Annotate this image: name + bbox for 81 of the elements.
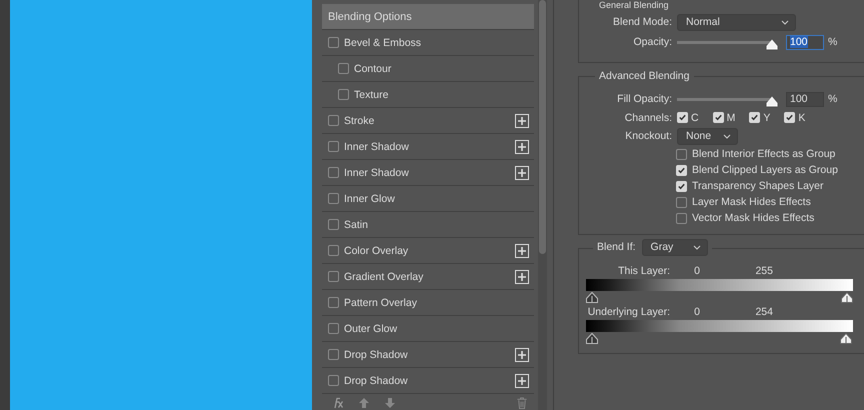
- add-icon[interactable]: [515, 348, 529, 362]
- style-item[interactable]: Outer Glow: [344, 322, 529, 334]
- checkbox[interactable]: [328, 219, 339, 230]
- chevron-down-icon: [692, 245, 701, 250]
- checkbox[interactable]: [328, 115, 339, 126]
- checkbox-label: Blend Interior Effects as Group: [692, 148, 836, 160]
- checkbox[interactable]: [676, 212, 687, 224]
- checkbox-label: Transparency Shapes Layer: [692, 180, 824, 192]
- checkbox[interactable]: [676, 196, 687, 208]
- checkbox[interactable]: [328, 297, 339, 308]
- checkbox-label: M: [726, 112, 736, 124]
- opacity-input[interactable]: 100: [786, 34, 824, 50]
- style-item[interactable]: Color Overlay: [344, 244, 515, 256]
- style-item[interactable]: Inner Shadow: [344, 166, 515, 178]
- checkbox-label: C: [691, 112, 699, 124]
- chevron-down-icon: [781, 20, 789, 24]
- add-icon[interactable]: [515, 114, 529, 128]
- chevron-down-icon: [723, 134, 731, 138]
- checkbox-label: Blend Clipped Layers as Group: [692, 164, 838, 176]
- group-title: Blend If:: [597, 241, 636, 254]
- field-label: Channels:: [624, 112, 672, 124]
- add-icon[interactable]: [515, 374, 529, 388]
- checkbox[interactable]: [328, 37, 339, 48]
- checkbox[interactable]: [328, 245, 339, 256]
- field-label: This Layer:: [617, 265, 670, 277]
- field-label: Underlying Layer:: [586, 306, 670, 318]
- percent-label: %: [828, 93, 838, 105]
- checkbox[interactable]: [328, 193, 339, 204]
- style-item[interactable]: Satin: [344, 218, 529, 230]
- style-item[interactable]: Gradient Overlay: [344, 270, 515, 282]
- fill-opacity-input[interactable]: 100: [786, 92, 824, 106]
- style-item[interactable]: Drop Shadow: [344, 348, 515, 360]
- style-item[interactable]: Contour: [354, 62, 529, 74]
- value-label: 0: [693, 306, 700, 318]
- style-item[interactable]: Blending Options: [322, 4, 534, 30]
- value-label: 0: [693, 265, 700, 277]
- arrow-up-icon[interactable]: [358, 397, 370, 409]
- slider-thumb[interactable]: [841, 292, 853, 303]
- group-title: Advanced Blending: [595, 70, 694, 83]
- style-item[interactable]: Stroke: [344, 114, 515, 126]
- field-label: Fill Opacity:: [616, 93, 672, 105]
- knockout-dropdown[interactable]: None: [677, 128, 738, 144]
- blend-if-dropdown[interactable]: Gray: [642, 239, 708, 256]
- checkbox-label: K: [798, 112, 806, 124]
- value-label: 254: [754, 306, 773, 318]
- checkbox[interactable]: [338, 89, 349, 100]
- checkbox[interactable]: [328, 167, 339, 178]
- trash-icon[interactable]: [516, 397, 528, 409]
- add-icon[interactable]: [515, 140, 529, 154]
- slider-thumb[interactable]: [586, 292, 598, 303]
- checkbox[interactable]: [328, 271, 339, 282]
- checkbox[interactable]: [328, 349, 339, 360]
- field-label: Opacity:: [632, 36, 672, 48]
- style-item[interactable]: Texture: [354, 88, 529, 100]
- style-item[interactable]: Bevel & Emboss: [344, 36, 529, 48]
- arrow-down-icon[interactable]: [384, 397, 396, 409]
- checkbox-label: Vector Mask Hides Effects: [692, 212, 814, 224]
- field-label: Blend Mode:: [612, 16, 672, 28]
- add-icon[interactable]: [515, 166, 529, 180]
- checkbox[interactable]: [676, 148, 687, 160]
- add-icon[interactable]: [515, 244, 529, 258]
- add-icon[interactable]: [515, 270, 529, 284]
- checkbox[interactable]: [338, 63, 349, 74]
- checkbox[interactable]: [328, 323, 339, 334]
- checkbox[interactable]: [328, 141, 339, 152]
- slider-thumb[interactable]: [766, 96, 778, 106]
- field-label: Knockout:: [624, 130, 672, 142]
- style-item[interactable]: Drop Shadow: [344, 374, 515, 386]
- value-label: 255: [754, 265, 773, 277]
- style-item[interactable]: Pattern Overlay: [344, 296, 529, 308]
- style-item[interactable]: Inner Shadow: [344, 140, 515, 152]
- slider-thumb[interactable]: [840, 333, 852, 344]
- style-item[interactable]: Inner Glow: [344, 192, 529, 204]
- checkbox[interactable]: [328, 375, 339, 386]
- slider-thumb[interactable]: [766, 38, 778, 50]
- slider-thumb[interactable]: [586, 333, 598, 344]
- checkbox-label: Layer Mask Hides Effects: [692, 196, 811, 208]
- scrollbar[interactable]: [539, 0, 546, 254]
- blend-mode-dropdown[interactable]: Normal: [677, 14, 796, 30]
- percent-label: %: [828, 36, 838, 48]
- checkbox-label: Y: [763, 112, 770, 124]
